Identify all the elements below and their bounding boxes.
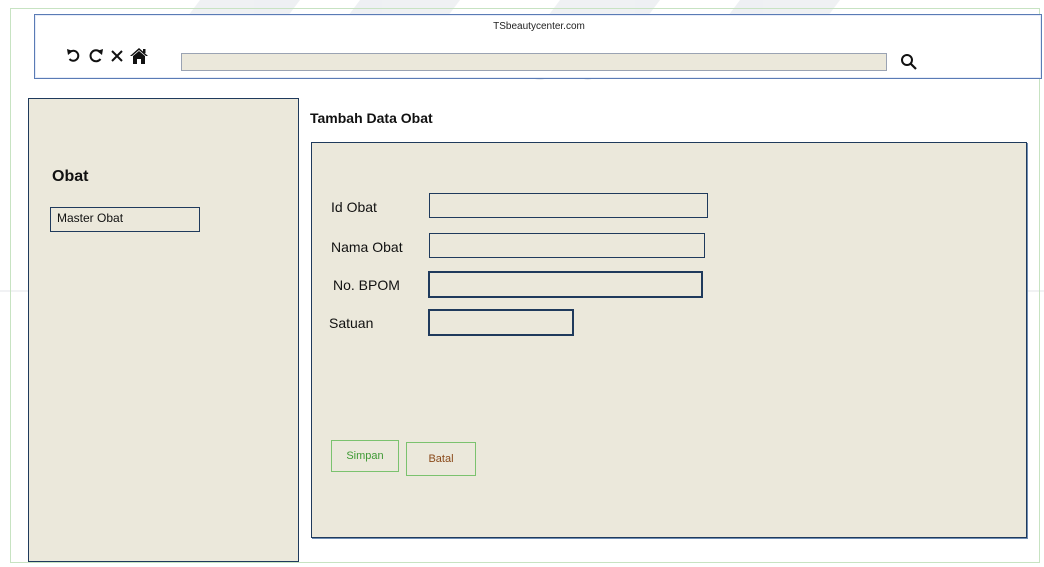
nav-buttons: [65, 47, 149, 65]
page-title: Tambah Data Obat: [310, 110, 433, 126]
site-title: TSbeautycenter.com: [493, 21, 585, 32]
close-icon[interactable]: [109, 48, 125, 64]
save-button[interactable]: Simpan: [331, 440, 399, 472]
nama-obat-label: Nama Obat: [331, 239, 403, 255]
id-obat-input[interactable]: [429, 193, 708, 218]
cancel-button[interactable]: Batal: [406, 442, 476, 476]
undo-icon[interactable]: [65, 47, 83, 65]
refresh-icon[interactable]: [87, 47, 105, 65]
sidebar-title: Obat: [52, 168, 89, 185]
satuan-label: Satuan: [329, 315, 374, 331]
form-panel: Id Obat Nama Obat No. BPOM Satuan Simpan…: [311, 142, 1027, 538]
no-bpom-input[interactable]: [428, 271, 703, 298]
sidebar-item-master-obat[interactable]: Master Obat: [50, 207, 200, 232]
sidebar: Obat Master Obat: [28, 98, 299, 562]
search-icon[interactable]: [899, 52, 919, 72]
address-bar[interactable]: [181, 53, 887, 71]
nama-obat-input[interactable]: [429, 233, 705, 258]
home-icon[interactable]: [129, 47, 149, 65]
browser-toolbar: TSbeautycenter.com: [34, 14, 1042, 79]
id-obat-label: Id Obat: [331, 199, 377, 215]
no-bpom-label: No. BPOM: [333, 277, 400, 293]
satuan-input[interactable]: [428, 309, 574, 336]
